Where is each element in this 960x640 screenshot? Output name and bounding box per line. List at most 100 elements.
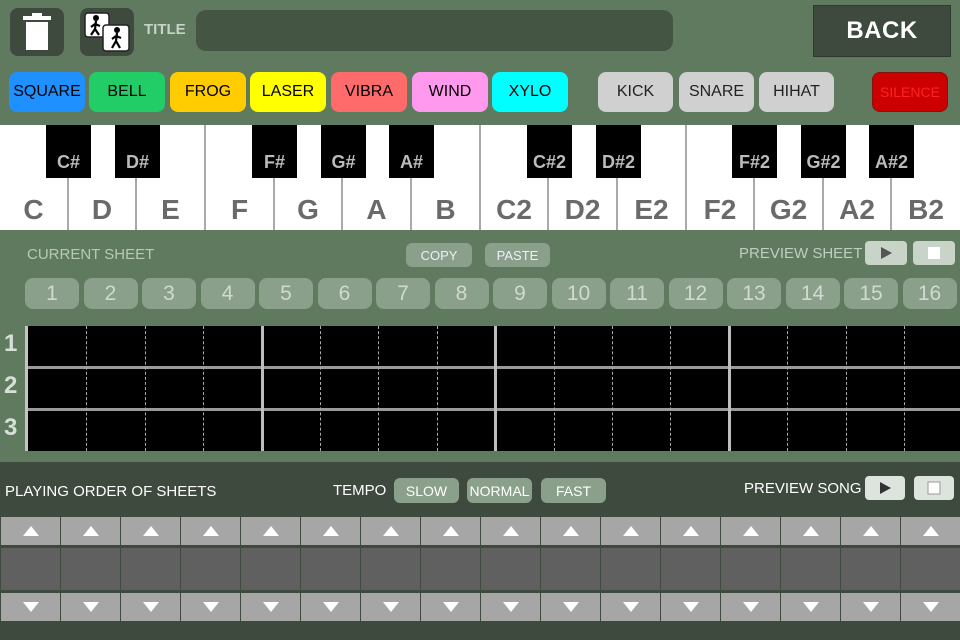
instrument-button-wind[interactable]: WIND	[412, 72, 488, 112]
order-slot[interactable]	[121, 548, 180, 590]
order-down-button[interactable]	[1, 593, 60, 621]
order-up-button[interactable]	[121, 517, 180, 545]
order-down-button[interactable]	[121, 593, 180, 621]
copy-button[interactable]: COPY	[406, 243, 472, 267]
black-key-f-sharp[interactable]: F#	[252, 125, 297, 178]
order-up-button[interactable]	[61, 517, 120, 545]
order-slot[interactable]	[421, 548, 480, 590]
black-key-c-sharp2[interactable]: C#2	[527, 125, 572, 178]
order-down-button[interactable]	[301, 593, 360, 621]
sheet-tab-6[interactable]: 6	[317, 278, 372, 309]
order-down-button[interactable]	[661, 593, 720, 621]
tempo-fast-button[interactable]: FAST	[541, 478, 606, 503]
order-down-button[interactable]	[241, 593, 300, 621]
order-slot[interactable]	[901, 548, 960, 590]
order-down-button[interactable]	[721, 593, 780, 621]
black-key-a-sharp[interactable]: A#	[389, 125, 434, 178]
title-input[interactable]	[196, 10, 673, 51]
sheet-tab-15[interactable]: 15	[844, 278, 898, 309]
order-up-button[interactable]	[721, 517, 780, 545]
sheet-tab-7[interactable]: 7	[376, 278, 430, 309]
sheet-tab-13[interactable]: 13	[727, 278, 781, 309]
instrument-button-frog[interactable]: FROG	[170, 72, 246, 112]
sheet-tab-11[interactable]: 11	[610, 278, 664, 309]
order-up-button[interactable]	[361, 517, 420, 545]
sheet-tab-5[interactable]: 5	[259, 278, 313, 309]
drum-button-snare[interactable]: SNARE	[679, 72, 754, 112]
order-down-button[interactable]	[601, 593, 660, 621]
silence-button[interactable]: SILENCE	[872, 72, 948, 112]
preview-song-stop-button[interactable]	[914, 476, 954, 500]
order-up-button[interactable]	[901, 517, 960, 545]
drum-button-hihat[interactable]: HIHAT	[759, 72, 834, 112]
instrument-button-vibra[interactable]: VIBRA	[331, 72, 407, 112]
black-key-d-sharp[interactable]: D#	[115, 125, 160, 178]
order-down-button[interactable]	[61, 593, 120, 621]
order-slot[interactable]	[301, 548, 360, 590]
order-down-button[interactable]	[901, 593, 960, 621]
preview-song-play-button[interactable]	[865, 476, 905, 500]
order-up-button[interactable]	[601, 517, 660, 545]
order-down-button[interactable]	[541, 593, 600, 621]
sheet-tab-4[interactable]: 4	[200, 278, 255, 309]
order-down-button[interactable]	[181, 593, 240, 621]
order-slot[interactable]	[481, 548, 540, 590]
order-up-button[interactable]	[661, 517, 720, 545]
order-up-button[interactable]	[841, 517, 900, 545]
order-slot[interactable]	[181, 548, 240, 590]
trash-button[interactable]	[10, 8, 64, 56]
order-down-button[interactable]	[421, 593, 480, 621]
order-down-button[interactable]	[361, 593, 420, 621]
order-slot[interactable]	[1, 548, 60, 590]
order-up-button[interactable]	[421, 517, 480, 545]
instrument-button-bell[interactable]: BELL	[89, 72, 165, 112]
order-slot[interactable]	[601, 548, 660, 590]
order-down-button[interactable]	[841, 593, 900, 621]
sheet-tab-3[interactable]: 3	[142, 278, 196, 309]
order-up-button[interactable]	[481, 517, 540, 545]
back-button[interactable]: BACK	[813, 5, 951, 57]
order-slot[interactable]	[721, 548, 780, 590]
order-down-button[interactable]	[781, 593, 840, 621]
sheet-tab-9[interactable]: 9	[493, 278, 547, 309]
order-up-button[interactable]	[781, 517, 840, 545]
tempo-slow-button[interactable]: SLOW	[394, 478, 459, 503]
sheet-tab-12[interactable]: 12	[668, 278, 723, 309]
order-slot[interactable]	[361, 548, 420, 590]
preview-sheet-play-button[interactable]	[865, 241, 907, 265]
sheet-tab-10[interactable]: 10	[551, 278, 606, 309]
note-grid[interactable]	[25, 326, 960, 451]
order-slot[interactable]	[781, 548, 840, 590]
drum-button-kick[interactable]: KICK	[598, 72, 673, 112]
down-arrow-icon	[442, 602, 459, 612]
order-up-button[interactable]	[541, 517, 600, 545]
black-key-g-sharp2[interactable]: G#2	[801, 125, 846, 178]
order-up-button[interactable]	[181, 517, 240, 545]
order-down-button[interactable]	[481, 593, 540, 621]
order-slot[interactable]	[661, 548, 720, 590]
sheet-tab-16[interactable]: 16	[902, 278, 957, 309]
walk-button[interactable]	[80, 8, 134, 56]
order-slot[interactable]	[541, 548, 600, 590]
order-up-button[interactable]	[241, 517, 300, 545]
order-up-button[interactable]	[301, 517, 360, 545]
sheet-tab-8[interactable]: 8	[434, 278, 489, 309]
instrument-button-laser[interactable]: LASER	[250, 72, 326, 112]
instrument-button-square[interactable]: SQUARE	[9, 72, 85, 112]
black-key-d-sharp2[interactable]: D#2	[596, 125, 641, 178]
black-key-a-sharp2[interactable]: A#2	[869, 125, 914, 178]
black-key-g-sharp[interactable]: G#	[321, 125, 366, 178]
sheet-tab-1[interactable]: 1	[25, 278, 79, 309]
order-slot[interactable]	[841, 548, 900, 590]
sheet-tab-14[interactable]: 14	[785, 278, 840, 309]
instrument-button-xylo[interactable]: XYLO	[492, 72, 568, 112]
sheet-tab-2[interactable]: 2	[83, 278, 138, 309]
paste-button[interactable]: PASTE	[485, 243, 550, 267]
preview-sheet-stop-button[interactable]	[913, 241, 955, 265]
black-key-c-sharp[interactable]: C#	[46, 125, 91, 178]
order-slot[interactable]	[61, 548, 120, 590]
order-up-button[interactable]	[1, 517, 60, 545]
black-key-f-sharp2[interactable]: F#2	[732, 125, 777, 178]
tempo-normal-button[interactable]: NORMAL	[467, 478, 532, 503]
order-slot[interactable]	[241, 548, 300, 590]
